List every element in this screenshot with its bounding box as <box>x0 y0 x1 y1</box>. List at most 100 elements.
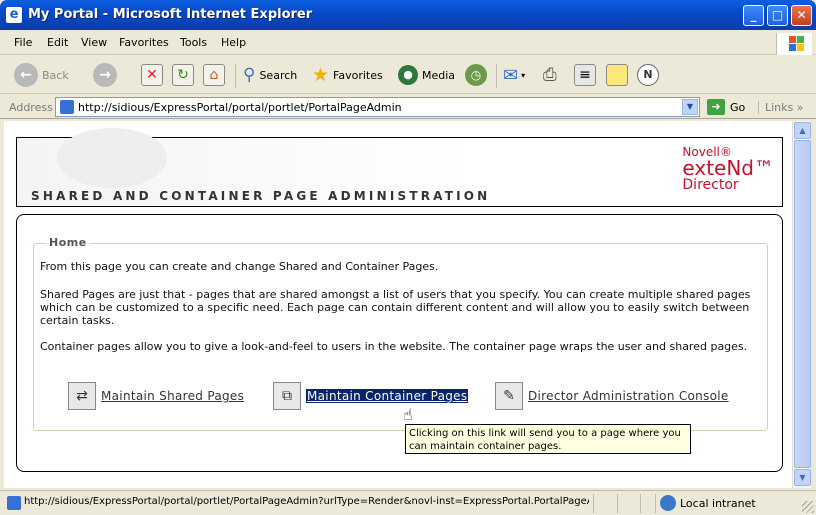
links-label: Links <box>765 101 794 114</box>
admin-console-icon: ✎ <box>495 382 523 410</box>
menu-file[interactable]: File <box>14 36 32 49</box>
zone-label: Local intranet <box>680 496 756 510</box>
edit-icon: ≡ <box>574 64 596 86</box>
status-bar: http://sidious/ExpressPortal/portal/port… <box>0 490 816 515</box>
tooltip: Clicking on this link will send you to a… <box>405 424 691 454</box>
vertical-scrollbar[interactable]: ▲ ▼ <box>792 121 811 488</box>
search-icon: ⚲ <box>243 65 256 85</box>
windows-logo-icon <box>776 33 812 55</box>
scroll-up-icon[interactable]: ▲ <box>794 122 811 139</box>
media-label: Media <box>422 68 456 82</box>
history-icon: ◷ <box>465 64 487 86</box>
menu-view[interactable]: View <box>81 36 107 49</box>
shared-pages-icon: ⇄ <box>68 382 96 410</box>
status-divider <box>593 494 594 513</box>
forward-arrow-icon: → <box>93 63 117 87</box>
media-icon: ● <box>398 65 418 85</box>
search-button[interactable]: ⚲ Search <box>243 62 297 88</box>
close-button[interactable]: ✕ <box>791 5 812 26</box>
toolbar-separator <box>235 64 236 88</box>
brand-line-2: exteNd™ <box>682 156 774 180</box>
scroll-down-icon[interactable]: ▼ <box>794 469 811 486</box>
page-heading: SHARED AND CONTAINER PAGE ADMINISTRATION <box>31 189 491 203</box>
back-button[interactable]: ← Back <box>14 62 69 88</box>
history-button[interactable]: ◷ <box>465 62 487 88</box>
toolbar-separator <box>496 64 497 88</box>
maintain-container-pages-link[interactable]: ⧉ Maintain Container Pages <box>273 382 469 410</box>
media-button[interactable]: ● Media <box>398 62 455 88</box>
menu-bar: File Edit View Favorites Tools Help <box>0 30 816 55</box>
go-button[interactable]: ➜ Go <box>707 99 745 115</box>
address-input[interactable]: http://sidious/ExpressPortal/portal/port… <box>55 97 700 117</box>
discuss-icon <box>606 64 628 86</box>
favorites-label: Favorites <box>333 68 383 82</box>
resize-grip-icon[interactable] <box>802 501 814 513</box>
messenger-button[interactable]: N <box>637 62 659 88</box>
print-icon: ⎙ <box>543 65 557 85</box>
mail-dropdown-icon: ▾ <box>521 70 526 80</box>
refresh-icon: ↻ <box>172 64 194 86</box>
header-banner: SHARED AND CONTAINER PAGE ADMINISTRATION… <box>16 128 783 207</box>
home-icon: ⌂ <box>203 64 225 86</box>
search-label: Search <box>259 68 298 82</box>
home-button[interactable]: ⌂ <box>203 62 225 88</box>
page-status-icon <box>7 496 21 510</box>
links-button[interactable]: Links » <box>758 101 804 114</box>
status-divider <box>655 494 656 513</box>
menu-edit[interactable]: Edit <box>47 36 68 49</box>
address-dropdown-icon[interactable]: ▼ <box>682 99 698 115</box>
address-url[interactable]: http://sidious/ExpressPortal/portal/port… <box>78 101 402 114</box>
go-arrow-icon: ➜ <box>707 99 725 115</box>
scroll-thumb[interactable] <box>794 140 811 468</box>
security-zone: Local intranet <box>660 495 756 511</box>
toolbar: ← Back → ✕ ↻ ⌂ ⚲ Search ★ Favorites ● Me… <box>0 56 816 94</box>
stop-button[interactable]: ✕ <box>141 62 163 88</box>
edit-button[interactable]: ≡ <box>574 62 596 88</box>
status-divider <box>617 494 618 513</box>
status-text: http://sidious/ExpressPortal/portal/port… <box>24 496 589 507</box>
link-label[interactable]: Director Administration Console <box>528 389 729 403</box>
page-viewport: SHARED AND CONTAINER PAGE ADMINISTRATION… <box>4 121 792 488</box>
discuss-button[interactable] <box>606 62 628 88</box>
forward-button[interactable]: → <box>93 62 117 88</box>
maximize-button[interactable]: □ <box>767 5 788 26</box>
messenger-icon: N <box>637 64 659 86</box>
shared-pages-paragraph: Shared Pages are just that - pages that … <box>40 288 751 327</box>
hand-cursor-icon: ☝ <box>403 405 413 424</box>
globe-icon <box>660 495 676 511</box>
intro-paragraph: From this page you can create and change… <box>40 260 439 273</box>
novell-logo: Novell® exteNd™ Director <box>682 146 774 192</box>
maintain-shared-pages-link[interactable]: ⇄ Maintain Shared Pages <box>68 382 244 410</box>
stop-icon: ✕ <box>141 64 163 86</box>
title-bar: e My Portal - Microsoft Internet Explore… <box>0 0 816 30</box>
section-title: Home <box>46 236 90 249</box>
star-icon: ★ <box>312 64 330 86</box>
page-icon <box>60 100 74 114</box>
go-label: Go <box>730 100 746 114</box>
address-label: Address <box>9 101 53 114</box>
mail-button[interactable]: ✉ ▾ <box>503 62 525 88</box>
status-divider <box>640 494 641 513</box>
window-title: My Portal - Microsoft Internet Explorer <box>28 7 313 22</box>
brand-line-3: Director <box>682 177 739 193</box>
address-bar: Address http://sidious/ExpressPortal/por… <box>0 95 816 119</box>
minimize-button[interactable]: _ <box>743 5 764 26</box>
menu-favorites[interactable]: Favorites <box>119 36 169 49</box>
refresh-button[interactable]: ↻ <box>172 62 194 88</box>
menu-tools[interactable]: Tools <box>180 36 207 49</box>
back-arrow-icon: ← <box>14 63 38 87</box>
ie-icon: e <box>6 7 22 23</box>
mail-icon: ✉ <box>503 64 519 86</box>
back-label: Back <box>42 68 69 82</box>
link-label[interactable]: Maintain Container Pages <box>306 389 469 403</box>
link-label[interactable]: Maintain Shared Pages <box>101 389 244 403</box>
home-section: Home From this page you can create and c… <box>33 236 768 431</box>
menu-help[interactable]: Help <box>221 36 246 49</box>
container-pages-paragraph: Container pages allow you to give a look… <box>40 340 748 353</box>
favorites-button[interactable]: ★ Favorites <box>312 62 383 88</box>
links-chevron-icon: » <box>796 101 804 114</box>
director-admin-console-link[interactable]: ✎ Director Administration Console <box>495 382 729 410</box>
print-button[interactable]: ⎙ <box>543 62 557 88</box>
container-pages-icon: ⧉ <box>273 382 301 410</box>
gear-watermark-icon <box>57 128 167 188</box>
